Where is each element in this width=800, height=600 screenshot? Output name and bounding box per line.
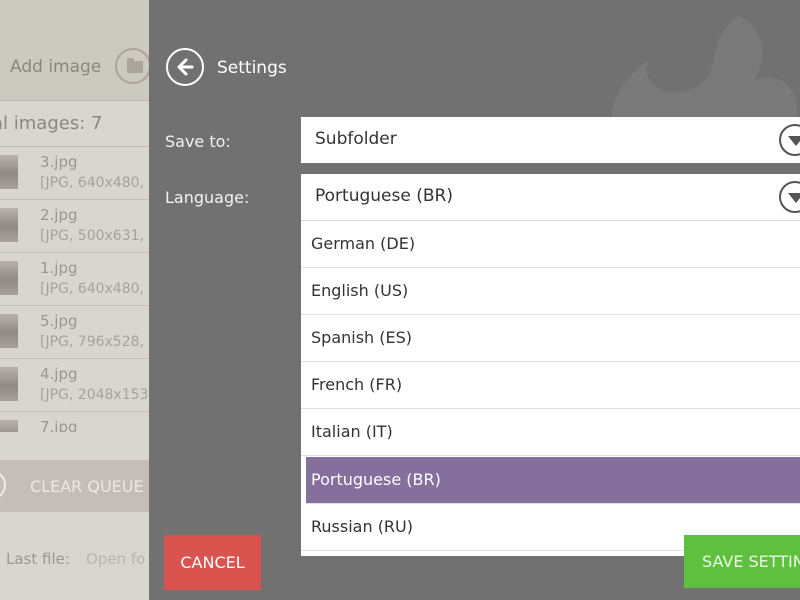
save-to-value: Subfolder: [315, 129, 397, 149]
language-option-label: French (FR): [311, 375, 403, 394]
language-option-label: Spanish (ES): [311, 328, 413, 347]
add-image-label[interactable]: Add image: [10, 57, 101, 77]
list-item[interactable]: 4.jpg [JPG, 2048x153: [0, 359, 150, 412]
image-thumbnail: [0, 420, 18, 432]
page-title: Settings: [217, 58, 287, 78]
file-meta: [JPG, 640x480,: [40, 281, 144, 297]
list-item[interactable]: 5.jpg [JPG, 796x528,: [0, 306, 150, 359]
file-name: 3.jpg: [40, 153, 78, 171]
language-option-label: Italian (IT): [311, 422, 393, 441]
last-file-label: Last file:: [6, 550, 70, 568]
total-images-label: al images: 7: [0, 113, 103, 134]
file-meta: [JPG, 640x480,: [40, 175, 144, 191]
language-option[interactable]: English (US): [301, 268, 800, 315]
language-option[interactable]: Spanish (ES): [301, 315, 800, 362]
file-name: 5.jpg: [40, 312, 78, 330]
image-thumbnail: [0, 314, 18, 348]
clear-queue-button[interactable]: CLEAR QUEUE: [0, 460, 150, 512]
open-folder-link[interactable]: Open fo: [86, 550, 145, 568]
list-item[interactable]: 2.jpg [JPG, 500x631,: [0, 200, 150, 253]
chevron-down-icon: [779, 181, 800, 213]
folder-icon: [127, 58, 143, 73]
language-option-label: German (DE): [311, 234, 416, 253]
file-name: 2.jpg: [40, 206, 78, 224]
cancel-button[interactable]: CANCEL: [164, 535, 261, 590]
language-option-label: Russian (RU): [311, 517, 413, 536]
back-button[interactable]: [166, 48, 204, 86]
save-to-select[interactable]: Subfolder: [301, 117, 800, 163]
image-thumbnail: [0, 261, 18, 295]
image-thumbnail: [0, 367, 18, 401]
list-item[interactable]: 3.jpg [JPG, 640x480,: [0, 147, 150, 200]
language-option[interactable]: Italian (IT): [301, 409, 800, 456]
image-thumbnail: [0, 208, 18, 242]
language-select[interactable]: Portuguese (BR): [301, 174, 800, 220]
language-option[interactable]: German (DE): [301, 221, 800, 268]
language-label: Language:: [165, 188, 250, 207]
chevron-down-icon: [779, 124, 800, 156]
main-panel: Add image al images: 7 3.jpg [JPG, 640x4…: [0, 0, 150, 600]
clear-queue-label: CLEAR QUEUE: [30, 477, 144, 496]
file-name: 1.jpg: [40, 259, 78, 277]
settings-panel: Settings Save to: Subfolder Language: Po…: [149, 0, 800, 600]
file-meta: [JPG, 796x528,: [40, 334, 144, 350]
list-item[interactable]: 1.jpg [JPG, 640x480,: [0, 253, 150, 306]
language-option[interactable]: French (FR): [301, 362, 800, 409]
save-settings-button[interactable]: SAVE SETTIN: [684, 535, 800, 588]
list-item[interactable]: 7.jpg: [0, 412, 150, 432]
language-value: Portuguese (BR): [315, 186, 453, 206]
language-option-label: English (US): [311, 281, 409, 300]
language-option-label: Portuguese (BR): [311, 470, 441, 489]
file-meta: [JPG, 2048x153: [40, 387, 149, 403]
save-to-label: Save to:: [165, 132, 231, 151]
file-list: 3.jpg [JPG, 640x480, 2.jpg [JPG, 500x631…: [0, 146, 150, 432]
image-thumbnail: [0, 155, 18, 189]
file-name: 4.jpg: [40, 365, 78, 383]
file-meta: [JPG, 500x631,: [40, 228, 144, 244]
file-name: 7.jpg: [40, 418, 78, 432]
add-image-bar: Add image: [0, 0, 150, 101]
arrow-left-icon: [177, 58, 194, 76]
language-option-selected[interactable]: Portuguese (BR): [306, 457, 800, 504]
browse-folder-button[interactable]: [115, 48, 150, 84]
clear-queue-icon: [0, 470, 6, 500]
language-dropdown-list: German (DE) English (US) Spanish (ES) Fr…: [301, 220, 800, 556]
